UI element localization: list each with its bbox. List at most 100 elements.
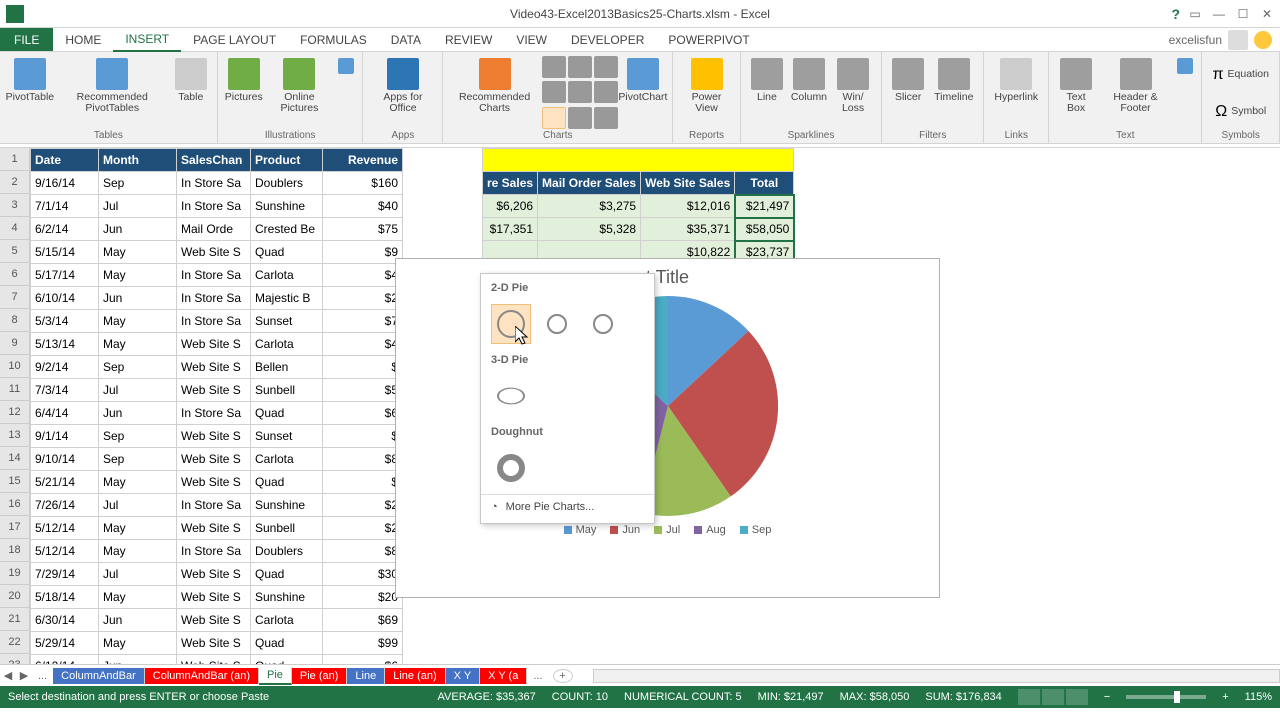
table-row[interactable]: 7/1/14JulIn Store SaSunshine$40 [31,195,403,218]
column-chart-icon[interactable] [542,56,566,78]
chart-title[interactable]: t Title [396,259,939,296]
row-header[interactable]: 14 [0,447,30,470]
table-row[interactable]: 5/15/14MayWeb Site SQuad$9 [31,241,403,264]
pictures-button[interactable]: Pictures [224,56,264,130]
tab-view[interactable]: VIEW [504,29,559,51]
more-pie-charts[interactable]: ◔ More Pie Charts... [481,494,654,519]
tab-home[interactable]: HOME [53,29,113,51]
left-data-table[interactable]: Date Month SalesChan Product Revenue 9/1… [30,148,403,664]
table-row[interactable]: 9/10/14SepWeb Site SCarlota$8 [31,448,403,471]
table-row[interactable]: 5/17/14MayIn Store SaCarlota$4 [31,264,403,287]
horizontal-scrollbar[interactable] [593,669,1280,683]
table-row[interactable]: 5/12/14MayIn Store SaDoublers$8 [31,540,403,563]
add-sheet-button[interactable]: + [553,669,573,683]
recommended-pivottables-button[interactable]: Recommended PivotTables [56,56,169,130]
help-icon[interactable]: ? [1171,6,1180,22]
table-row[interactable]: 6/10/14JunIn Store SaMajestic B$2 [31,287,403,310]
sparkline-column-button[interactable]: Column [789,56,829,130]
chart-object[interactable]: t Title May Jun Jul Aug Sep [395,258,940,598]
minimize-icon[interactable]: — [1210,7,1228,21]
tab-more[interactable]: ... [32,670,53,682]
sheet-tab[interactable]: Pie (an) [292,668,348,684]
row-header[interactable]: 5 [0,240,30,263]
row-header[interactable]: 18 [0,539,30,562]
bar-of-pie-option[interactable] [583,304,623,344]
online-pictures-button[interactable]: Online Pictures [266,56,333,130]
line-chart-icon[interactable] [568,81,592,103]
row-header[interactable]: 23 [0,654,30,664]
row-header[interactable]: 17 [0,516,30,539]
row-header[interactable]: 9 [0,332,30,355]
row-header[interactable]: 13 [0,424,30,447]
timeline-button[interactable]: Timeline [930,56,977,130]
table-row[interactable]: 7/29/14JulWeb Site SQuad$30 [31,563,403,586]
close-icon[interactable]: ✕ [1258,7,1276,21]
tab-powerpivot[interactable]: POWERPIVOT [656,29,761,51]
zoom-in[interactable]: + [1222,691,1228,703]
row-header[interactable]: 15 [0,470,30,493]
powerview-button[interactable]: Power View [679,56,734,130]
pie-3d-option[interactable] [491,376,531,416]
zoom-level[interactable]: 115% [1245,691,1272,703]
sheet-tab[interactable]: X Y [446,668,481,684]
tab-nav-next[interactable]: ▶ [16,669,32,682]
equation-button[interactable]: πEquation [1208,56,1273,93]
row-header[interactable]: 3 [0,194,30,217]
pivotchart-button[interactable]: PivotChart [620,56,666,130]
ribbon-options-icon[interactable]: ▭ [1186,7,1204,21]
table-row[interactable]: 6/4/14JunIn Store SaQuad$6 [31,402,403,425]
table-row[interactable]: 7/26/14JulIn Store SaSunshine$2 [31,494,403,517]
slicer-button[interactable]: Slicer [888,56,928,130]
sheet-tab[interactable]: ColumnAndBar [53,668,145,684]
normal-view-icon[interactable] [1018,689,1040,705]
combo-chart-icon[interactable] [594,107,618,129]
pie-2d-option[interactable] [491,304,531,344]
table-row[interactable]: 9/2/14SepWeb Site SBellen$ [31,356,403,379]
area-chart-icon[interactable] [594,81,618,103]
table-row[interactable]: 5/12/14MayWeb Site SSunbell$2 [31,517,403,540]
row-header[interactable]: 16 [0,493,30,516]
table-row[interactable]: 6/2/14JunMail OrdeCrested Be$75 [31,218,403,241]
sheet-tab[interactable]: ColumnAndBar (an) [145,668,259,684]
account-area[interactable]: excelisfun [1169,30,1272,50]
stock-chart-icon[interactable] [594,56,618,78]
sheet-tab[interactable]: Line [347,668,385,684]
row-header[interactable]: 19 [0,562,30,585]
page-layout-view-icon[interactable] [1042,689,1064,705]
apps-for-office-button[interactable]: Apps for Office [369,56,436,130]
tab-developer[interactable]: DEVELOPER [559,29,656,51]
smiley-icon[interactable] [1254,31,1272,49]
table-row[interactable]: 6/12/14JunWeb Site SQuad$6 [31,655,403,665]
row-header[interactable]: 2 [0,171,30,194]
hyperlink-button[interactable]: Hyperlink [990,56,1042,130]
table-row[interactable]: 5/13/14MayWeb Site SCarlota$4 [31,333,403,356]
sheet-tab-active[interactable]: Pie [259,667,292,685]
wordart-button[interactable] [1174,56,1195,130]
scatter-chart-icon[interactable] [568,107,592,129]
pie-of-pie-option[interactable] [537,304,577,344]
maximize-icon[interactable]: ☐ [1234,7,1252,21]
tab-data[interactable]: DATA [379,29,433,51]
table-row[interactable]: 7/3/14JulWeb Site SSunbell$5 [31,379,403,402]
zoom-out[interactable]: − [1104,691,1110,703]
row-header[interactable]: 12 [0,401,30,424]
table-row[interactable]: 9/16/14SepIn Store SaDoublers$160 [31,172,403,195]
row-header[interactable]: 8 [0,309,30,332]
table-row[interactable]: 5/18/14MayWeb Site SSunshine$20 [31,586,403,609]
tab-formulas[interactable]: FORMULAS [288,29,379,51]
tab-more-right[interactable]: ... [527,670,548,682]
sheet-tab[interactable]: Line (an) [385,668,445,684]
row-header[interactable]: 4 [0,217,30,240]
row-header[interactable]: 6 [0,263,30,286]
recommended-charts-button[interactable]: Recommended Charts [449,56,539,130]
spreadsheet-grid[interactable]: 1234567891011121314151617181920212223 Da… [0,148,1280,664]
table-row[interactable]: 5/3/14MayIn Store SaSunset$7 [31,310,403,333]
tab-review[interactable]: REVIEW [433,29,504,51]
row-header[interactable]: 7 [0,286,30,309]
row-header[interactable]: 22 [0,631,30,654]
row-header[interactable]: 21 [0,608,30,631]
row-header[interactable]: 10 [0,355,30,378]
header-footer-button[interactable]: Header & Footer [1099,56,1172,130]
sparkline-winloss-button[interactable]: Win/ Loss [831,56,875,130]
tab-insert[interactable]: INSERT [113,28,181,52]
